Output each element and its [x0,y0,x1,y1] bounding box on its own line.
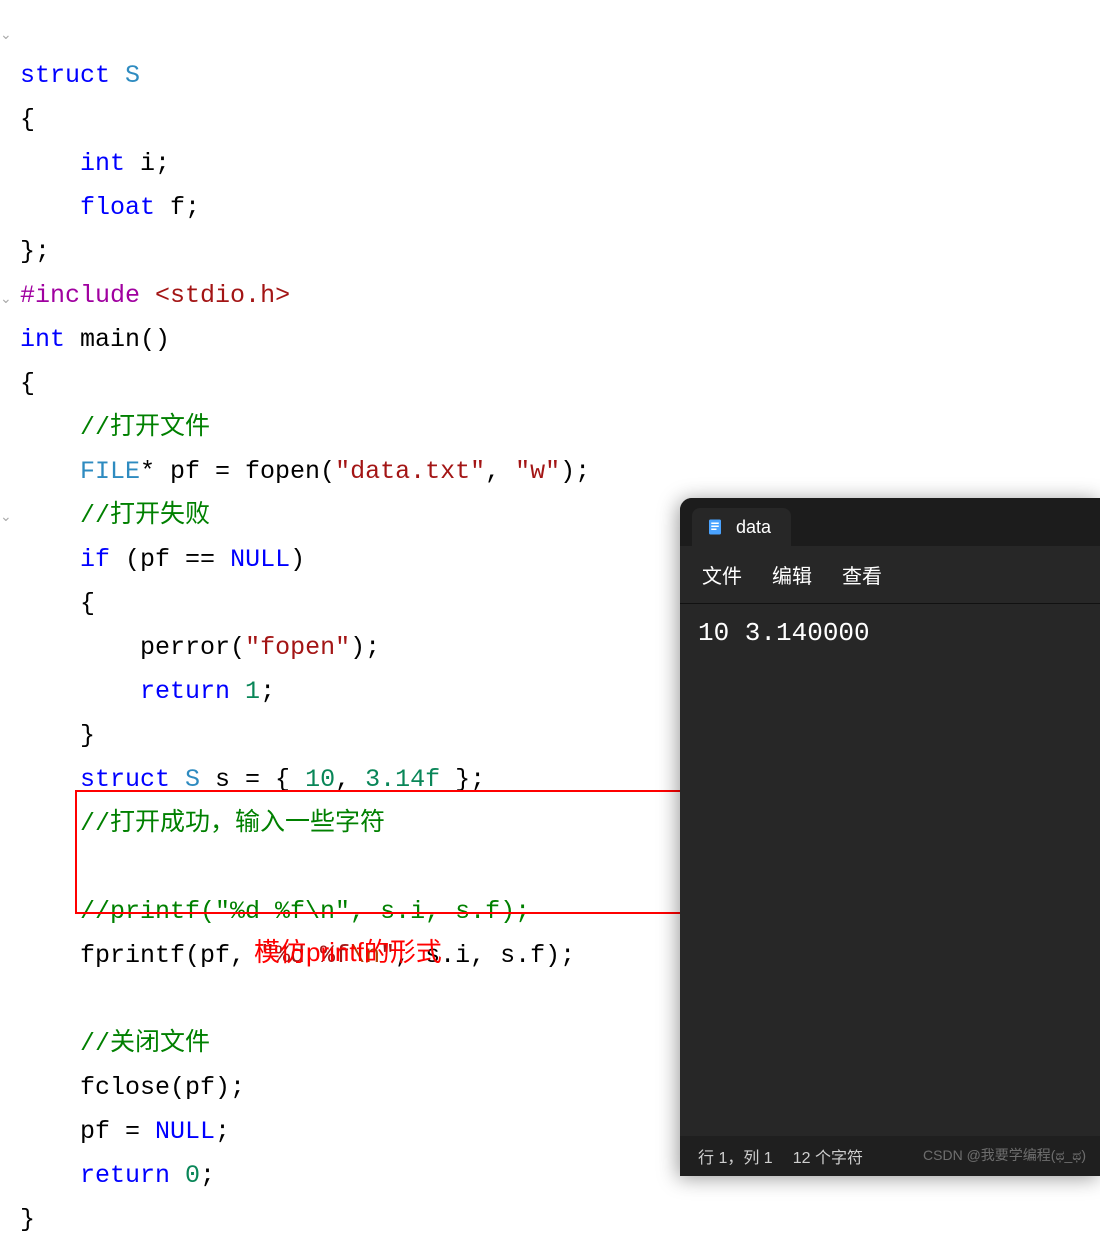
code-text: pf = [80,1117,155,1146]
code-type: S [125,61,140,90]
code-ident: main() [65,325,170,354]
notepad-menu-bar: 文件 编辑 查看 [680,546,1100,604]
code-text: s = { [200,765,305,794]
code-text: perror( [140,633,245,662]
code-brace: } [80,721,95,750]
code-include-path: <stdio.h> [155,281,290,310]
code-text: (pf == [110,545,230,574]
code-keyword: return [80,1161,170,1190]
code-keyword: struct [20,61,110,90]
notepad-window[interactable]: data 文件 编辑 查看 10 3.140000 行 1，列 1 12 个字符 [680,498,1100,1176]
code-brace: { [20,105,35,134]
status-line-col: 行 1，列 1 [698,1144,773,1168]
code-type: S [170,765,200,794]
code-text: ; [215,1117,230,1146]
code-text: ) [290,545,305,574]
code-text: ; [200,1161,215,1190]
code-comment: //打开成功，输入一些字符 [80,809,385,838]
code-text: , [485,457,515,486]
code-string: "w" [515,457,560,486]
menu-edit[interactable]: 编辑 [772,560,812,589]
notepad-tab-title: data [736,517,771,538]
fold-caret-icon[interactable]: ⌄ [0,496,12,540]
code-comment: //关闭文件 [80,1029,210,1058]
code-keyword: float [80,193,155,222]
notepad-text-area[interactable]: 10 3.140000 [680,604,1100,1136]
code-text: , [335,765,365,794]
notepad-tab-bar: data [680,498,1100,546]
code-text: * pf = fopen( [140,457,335,486]
code-keyword: struct [80,765,170,794]
code-text: fprintf(pf, [80,941,260,970]
notepad-tab[interactable]: data [692,508,791,546]
watermark-text: CSDN @我要学编程(ಥ_ಥ) [923,1145,1086,1165]
notepad-file-icon [706,516,724,538]
code-keyword: NULL [230,545,290,574]
code-ident: i; [125,149,170,178]
code-text: ); [350,633,380,662]
status-char-count: 12 个字符 [793,1144,863,1168]
code-text: ; [260,677,275,706]
fold-caret-icon[interactable]: ⌄ [0,14,12,58]
code-text: }; [440,765,485,794]
code-keyword: NULL [155,1117,215,1146]
code-keyword: return [140,677,230,706]
code-number: 3.14f [365,765,440,794]
code-string: "fopen" [245,633,350,662]
code-macro: #include [20,281,140,310]
menu-file[interactable]: 文件 [702,560,742,589]
code-comment: //打开文件 [80,413,210,442]
code-comment: //打开失败 [80,501,210,530]
code-comment: //printf("%d %f\n", s.i, s.f); [80,897,530,926]
fold-caret-icon[interactable]: ⌄ [0,278,12,322]
code-keyword: int [20,325,65,354]
code-type: FILE [80,457,140,486]
menu-view[interactable]: 查看 [842,560,882,589]
code-number: 1 [230,677,260,706]
code-brace: } [20,1205,35,1234]
code-text: ); [560,457,590,486]
code-ident: f; [155,193,200,222]
code-brace: { [80,589,95,618]
annotation-text: 模仿printf的形式 [254,932,442,969]
code-number: 10 [305,765,335,794]
code-text: fclose(pf); [80,1073,245,1102]
code-number: 0 [170,1161,200,1190]
code-string: "data.txt" [335,457,485,486]
code-brace: }; [20,237,50,266]
code-keyword: if [80,545,110,574]
code-brace: { [20,369,35,398]
code-keyword: int [80,149,125,178]
